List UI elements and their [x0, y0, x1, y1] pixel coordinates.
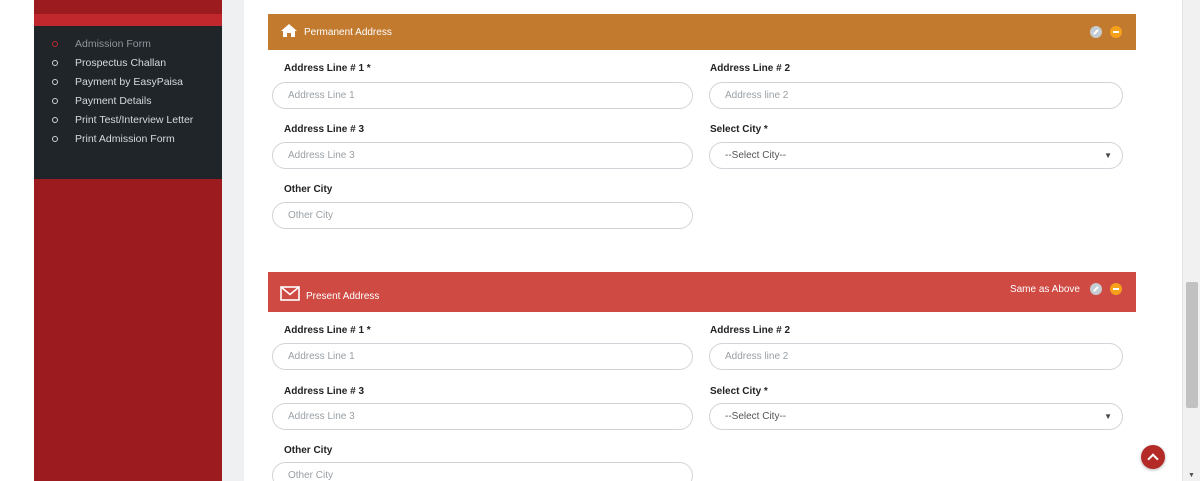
scroll-down-arrow-icon[interactable]: ▼ [1188, 472, 1195, 479]
other-city-label: Other City [284, 445, 333, 456]
collapse-icon[interactable] [1110, 26, 1122, 38]
address-line-1-label: Address Line # 1 * [284, 325, 371, 336]
select-city-label: Select City * [710, 386, 768, 397]
select-city-dropdown[interactable]: --Select City-- ▼ [709, 403, 1123, 430]
address-line-3-label: Address Line # 3 [284, 386, 365, 397]
other-city-field[interactable] [272, 462, 693, 481]
sidebar-item-label: Prospectus Challan [75, 56, 167, 69]
wrench-icon[interactable] [1090, 26, 1102, 38]
sidebar-item-label: Payment by EasyPaisa [75, 75, 183, 88]
select-city-value: --Select City-- [725, 411, 787, 422]
address-line-1-field[interactable] [272, 82, 693, 109]
envelope-icon [280, 286, 300, 306]
address-line-1-input[interactable] [288, 90, 692, 101]
sidebar-item-payment-easypaisa[interactable]: Payment by EasyPaisa [34, 72, 222, 91]
address-line-2-input[interactable] [725, 90, 1122, 101]
select-city-value: --Select City-- [725, 150, 787, 161]
select-city-dropdown[interactable]: --Select City-- ▼ [709, 142, 1123, 169]
sidebar-header-strip [34, 14, 222, 26]
sidebar-item-admission-form[interactable]: Admission Form [34, 34, 222, 53]
other-city-field[interactable] [272, 202, 693, 229]
dropdown-caret-icon: ▼ [1104, 151, 1112, 160]
address-line-3-label: Address Line # 3 [284, 124, 365, 135]
other-city-input[interactable] [288, 210, 692, 221]
address-line-3-field[interactable] [272, 142, 693, 169]
address-line-1-label: Address Line # 1 * [284, 63, 371, 74]
panel-title: Present Address [306, 290, 380, 302]
present-address-panel: Present Address Same as Above [268, 272, 1136, 312]
panel-tools: Same as Above [1010, 274, 1122, 304]
sidebar-item-prospectus-challan[interactable]: Prospectus Challan [34, 53, 222, 72]
address-line-3-input[interactable] [288, 411, 692, 422]
address-line-1-input[interactable] [288, 351, 692, 362]
address-line-2-field[interactable] [709, 82, 1123, 109]
sidebar-item-print-test-letter[interactable]: Print Test/Interview Letter [34, 110, 222, 129]
sidebar-item-payment-details[interactable]: Payment Details [34, 91, 222, 110]
address-line-2-label: Address Line # 2 [710, 63, 791, 74]
scrollbar-thumb[interactable] [1186, 282, 1198, 408]
page: Admission Form Prospectus Challan Paymen… [0, 0, 1200, 481]
page-scrollbar[interactable]: ▼ [1182, 0, 1200, 481]
circle-icon [52, 59, 58, 66]
other-city-label: Other City [284, 184, 333, 195]
address-line-2-input[interactable] [725, 351, 1122, 362]
circle-icon [52, 97, 58, 104]
permanent-address-header: Permanent Address [268, 14, 1136, 50]
sidebar: Admission Form Prospectus Challan Paymen… [34, 0, 222, 481]
present-address-header: Present Address Same as Above [268, 272, 1136, 312]
sidebar-item-label: Payment Details [75, 94, 152, 107]
same-as-above-link[interactable]: Same as Above [1010, 284, 1080, 295]
address-line-2-label: Address Line # 2 [710, 325, 791, 336]
circle-icon [52, 78, 58, 85]
wrench-icon[interactable] [1090, 283, 1102, 295]
circle-icon [52, 135, 58, 142]
select-city-label: Select City * [710, 124, 768, 135]
address-line-3-input[interactable] [288, 150, 692, 161]
dropdown-caret-icon: ▼ [1104, 412, 1112, 421]
panel-tools [1090, 14, 1122, 50]
sidebar-item-label: Admission Form [75, 37, 151, 50]
permanent-address-panel: Permanent Address [268, 14, 1136, 50]
sidebar-menu: Admission Form Prospectus Challan Paymen… [34, 26, 222, 179]
sidebar-item-label: Print Admission Form [75, 132, 175, 145]
sidebar-item-label: Print Test/Interview Letter [75, 113, 194, 126]
address-line-1-field[interactable] [272, 343, 693, 370]
sidebar-item-print-admission-form[interactable]: Print Admission Form [34, 129, 222, 148]
collapse-icon[interactable] [1110, 283, 1122, 295]
other-city-input[interactable] [288, 470, 692, 481]
scroll-to-top-button[interactable] [1141, 445, 1165, 469]
home-icon [280, 23, 298, 42]
address-line-3-field[interactable] [272, 403, 693, 430]
address-line-2-field[interactable] [709, 343, 1123, 370]
panel-title: Permanent Address [304, 26, 392, 38]
circle-icon [52, 116, 58, 123]
circle-icon [52, 40, 58, 47]
